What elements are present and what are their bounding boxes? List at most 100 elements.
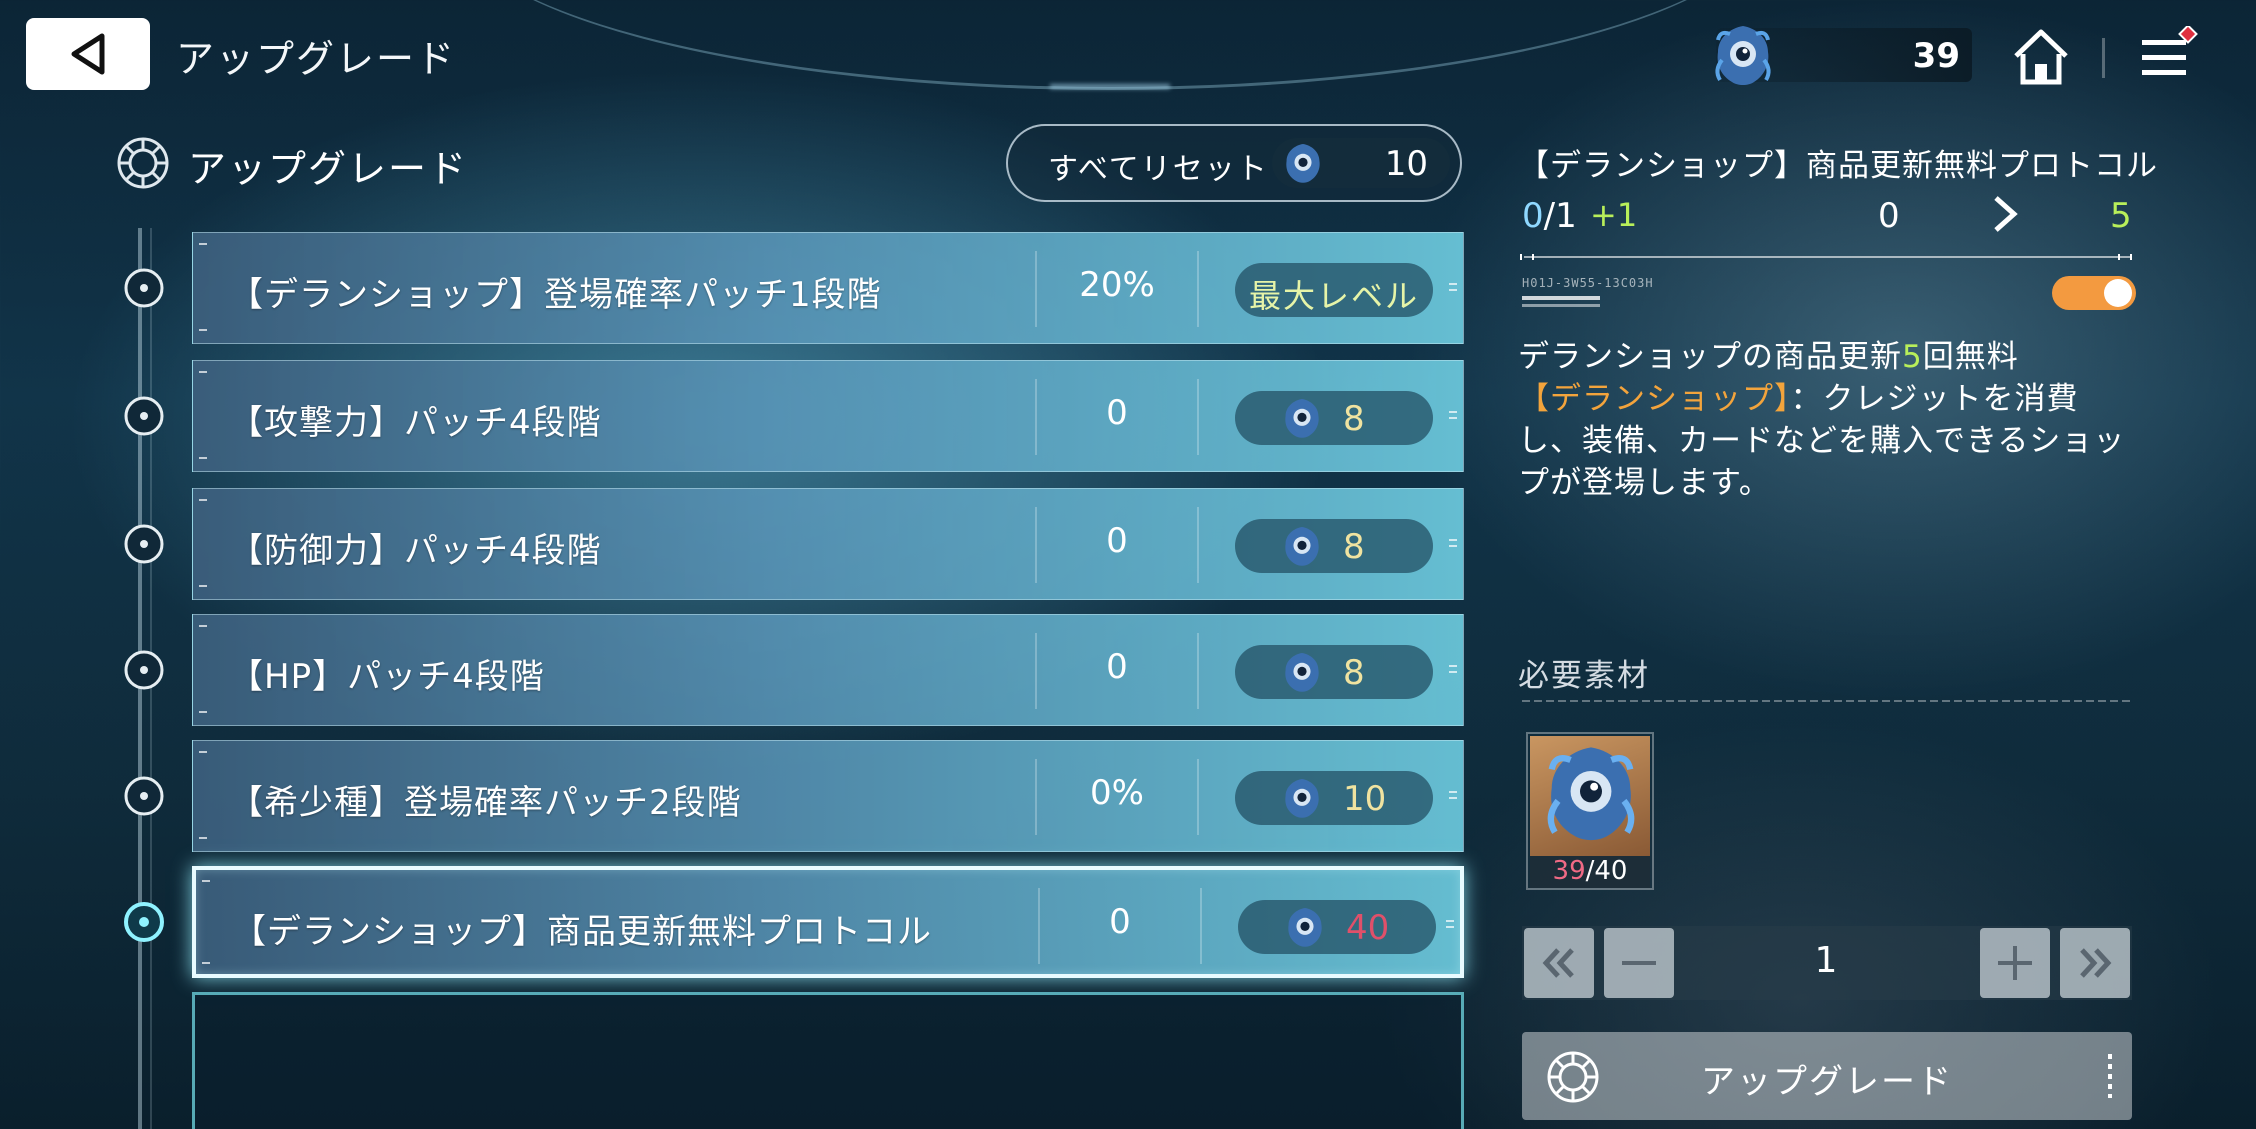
row-edge-mark [1449,411,1457,419]
upgrade-cost-button[interactable]: 8 [1235,519,1433,573]
blue-eye-creature-icon [1547,747,1635,841]
target-reticle-icon [117,137,169,189]
timeline-node [124,268,164,308]
level-increment: +1 [1590,196,1638,234]
decorative-arc [450,0,1770,90]
row-edge-mark [1449,283,1457,291]
row-tick [202,962,210,964]
material-count: 39/40 [1530,856,1650,888]
level-divider-cap [2118,254,2132,260]
row-tick [199,625,207,627]
upgrade-name: 【デランショップ】登場確率パッチ1段階 [229,275,882,315]
blue-eye-creature-icon [1288,907,1322,947]
row-separator [1035,633,1037,709]
reset-cost-value: 10 [1384,144,1428,184]
quantity-min-button[interactable] [1524,928,1594,998]
detail-title: 【デランショップ】商品更新無料プロトコル [1518,148,2158,184]
desc-highlight: 【デランショップ】 [1518,381,1791,417]
desc-number: 5 [1902,339,1923,375]
upgrade-name: 【デランショップ】商品更新無料プロトコル [232,912,932,952]
upgrade-button-label: アップグレード [1701,1062,1953,1102]
row-separator [1197,507,1199,583]
upgrade-cost: 8 [1343,527,1365,567]
desc-post: 回無料 [1922,339,2019,375]
upgrade-value: 20% [1079,265,1155,305]
upgrade-cost-button[interactable]: 8 [1235,645,1433,699]
toggle-knob [2104,279,2132,307]
material-item[interactable]: 39/40 [1526,732,1654,890]
empty-upgrade-slot [192,992,1464,1129]
row-separator [1197,759,1199,835]
minus-icon [1622,961,1656,965]
quantity-decrease-button[interactable] [1604,928,1674,998]
upgrade-button[interactable]: アップグレード [1522,1032,2132,1120]
reset-cost-pill: 10 [1272,138,1450,188]
level-divider [1524,256,2132,258]
plus-icon [1998,946,2032,980]
upgrade-cost: 10 [1343,779,1387,819]
materials-title: 必要素材 [1518,658,1650,694]
row-separator [1035,251,1037,327]
upgrade-row-selected[interactable]: 【デランショップ】商品更新無料プロトコル 0 40 [192,866,1464,978]
upgrade-row[interactable]: 【攻撃力】パッチ4段階 0 8 [192,360,1464,472]
effect-next-value: 5 [2110,196,2132,236]
upgrade-cost-button[interactable]: 40 [1238,900,1436,954]
quantity-max-button[interactable] [2060,928,2130,998]
desc-pre: デランショップの商品更新 [1518,339,1902,375]
blue-eye-creature-icon [1285,652,1319,692]
section-title: アップグレード [188,147,469,191]
timeline-node [124,396,164,436]
timeline-node [124,776,164,816]
row-tick [199,711,207,713]
row-edge-mark [1446,920,1454,928]
blue-eye-creature-icon [1285,778,1319,818]
upgrade-row[interactable]: 【防御力】パッチ4段階 0 8 [192,488,1464,600]
back-button[interactable] [26,18,150,90]
hamburger-menu-icon[interactable] [2136,26,2198,88]
detail-toggle[interactable] [2052,276,2136,310]
material-need: /40 [1585,856,1628,886]
level-divider-cap [1520,254,1534,260]
row-tick [199,499,207,501]
quantity-increase-button[interactable] [1980,928,2050,998]
upgrade-row[interactable]: 【希少種】登場確率パッチ2段階 0% 10 [192,740,1464,852]
back-triangle-icon [71,33,105,75]
reset-all-button[interactable]: すべてリセット 10 [1006,124,1462,202]
upgrade-value: 0 [1106,521,1128,561]
row-separator [1200,888,1202,964]
row-tick [199,837,207,839]
chevron-right-icon [1994,196,2018,232]
home-icon[interactable] [2008,24,2074,90]
upgrade-name: 【HP】パッチ4段階 [229,657,545,697]
upgrade-row[interactable]: 【HP】パッチ4段階 0 8 [192,614,1464,726]
level-max-value: /1 [1543,196,1577,236]
row-separator [1197,251,1199,327]
row-separator [1035,379,1037,455]
upgrade-value: 0 [1106,393,1128,433]
upgrade-name: 【攻撃力】パッチ4段階 [229,403,602,443]
decorative-bar [1522,296,1600,300]
upgrade-cost-button[interactable]: 10 [1235,771,1433,825]
decorative-dots [2108,1054,2112,1098]
blue-eye-creature-icon [1285,526,1319,566]
upgrade-row[interactable]: 【デランショップ】登場確率パッチ1段階 20% 最大レベル [192,232,1464,344]
max-level-badge: 最大レベル [1235,263,1433,317]
double-chevron-right-icon [2080,948,2112,978]
row-tick [199,243,207,245]
row-tick [199,751,207,753]
decorative-bar [1522,304,1600,307]
row-edge-mark [1449,791,1457,799]
max-level-label: 最大レベル [1248,277,1419,315]
upgrade-value: 0 [1106,647,1128,687]
upgrade-cost-button[interactable]: 8 [1235,391,1433,445]
timeline-node [124,524,164,564]
row-separator [1035,507,1037,583]
row-tick [199,329,207,331]
row-separator [1197,633,1199,709]
decorative-code: H01J-3W55-13C03H [1522,276,1654,290]
row-tick [199,585,207,587]
timeline-node-active [124,902,164,942]
blue-eye-creature-icon [1285,398,1319,438]
quantity-value[interactable]: 1 [1680,940,1972,981]
upgrade-name: 【防御力】パッチ4段階 [229,531,602,571]
